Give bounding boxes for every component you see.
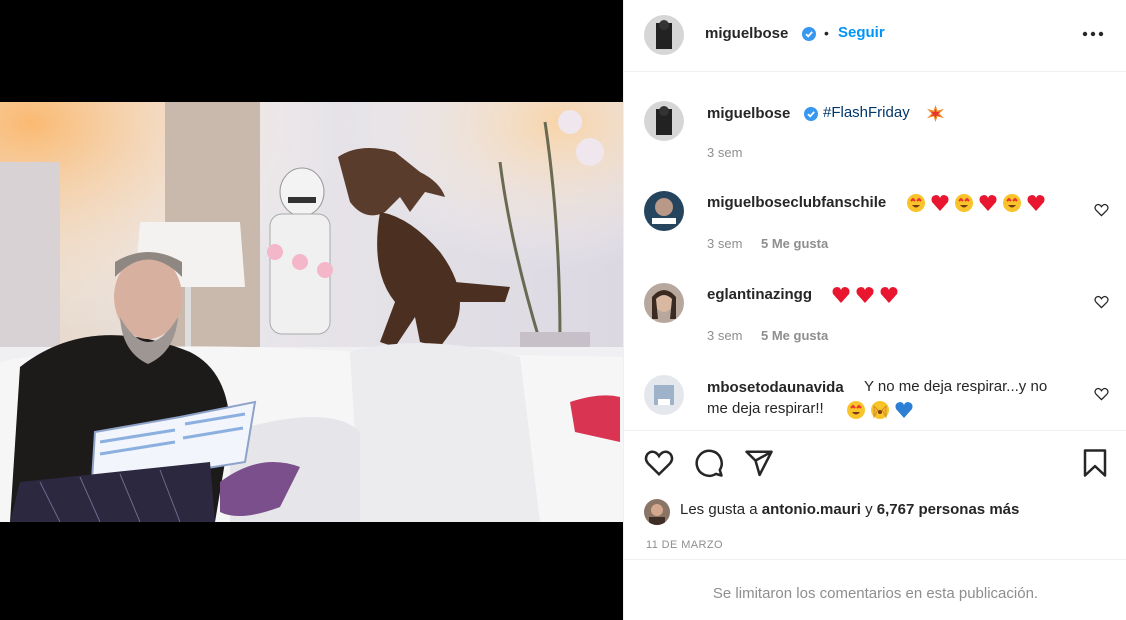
comments-footer: Se limitaron los comentarios en esta pub… [624,559,1126,620]
comment-like-count[interactable]: 5 Me gusta [761,236,828,251]
media-viewer [0,0,623,620]
heart-icon[interactable] [1094,387,1109,401]
likes-prefix: Les gusta a [680,501,758,518]
comment-avatar-image [644,283,684,323]
comment-username[interactable]: mbosetodaunavida [707,379,844,396]
likes-summary: Les gusta a antonio.mauri y 6,767 person… [680,501,1019,518]
liker-avatar-image [644,499,670,525]
verified-badge-icon [802,27,816,41]
caption-time: 3 sem [707,145,743,160]
comment-time[interactable]: 3 sem [707,236,742,251]
comment-emojis [832,285,904,305]
verified-badge-icon [804,107,818,121]
post-date[interactable]: 11 DE MARZO [646,539,723,551]
comment-username[interactable]: miguelboseclubfanschile [707,194,886,211]
post-actions: Les gusta a antonio.mauri y 6,767 person… [624,430,1126,559]
emoji-row-icon [832,287,898,303]
collision-emoji-icon [926,104,945,123]
likes-user[interactable]: antonio.mauri [762,501,861,518]
comment-emojis [847,400,919,420]
comment-username[interactable]: eglantinazingg [707,286,812,303]
emoji-row-icon [907,194,1045,212]
bookmark-icon[interactable] [1080,448,1110,478]
post-header: miguelbose • Seguir [624,0,1126,72]
heart-icon[interactable] [1094,295,1109,309]
post-sidebar: miguelbose • Seguir miguelbose #FlashFri… [623,0,1126,620]
author-avatar[interactable] [644,15,684,55]
post-photo-image [0,102,623,522]
caption-avatar[interactable] [644,101,684,141]
comment-avatar-image [644,191,684,231]
post-photo[interactable] [0,102,623,522]
comment-avatar[interactable] [644,283,684,323]
comments-limited-notice: Se limitaron los comentarios en esta pub… [712,585,1039,602]
comment-text-line1: Y no me deja respirar...y no [864,378,1048,395]
comment-icon[interactable] [694,448,724,478]
caption-hashtag[interactable]: #FlashFriday [823,102,910,124]
heart-icon[interactable] [644,448,674,478]
author-username[interactable]: miguelbose [705,25,788,42]
author-avatar-image [644,15,684,55]
comment-emojis [907,193,1051,213]
comment-text-line2: me deja respirar!! [707,400,824,417]
comment-like-count[interactable]: 5 Me gusta [761,328,828,343]
likes-count[interactable]: 6,767 personas más [877,501,1020,518]
caption-avatar-image [644,101,684,141]
header-separator: • [824,25,829,41]
more-options-icon[interactable] [1082,31,1104,37]
caption-username[interactable]: miguelbose [707,105,790,122]
likes-joiner: y [865,501,873,518]
liker-avatar[interactable] [644,499,670,525]
comment-avatar[interactable] [644,375,684,415]
share-icon[interactable] [744,448,774,478]
heart-icon[interactable] [1094,203,1109,217]
comment-time[interactable]: 3 sem [707,328,742,343]
emoji-row-icon [847,401,913,419]
comment-avatar-image [644,375,684,415]
comment-avatar[interactable] [644,191,684,231]
follow-button[interactable]: Seguir [838,24,885,41]
